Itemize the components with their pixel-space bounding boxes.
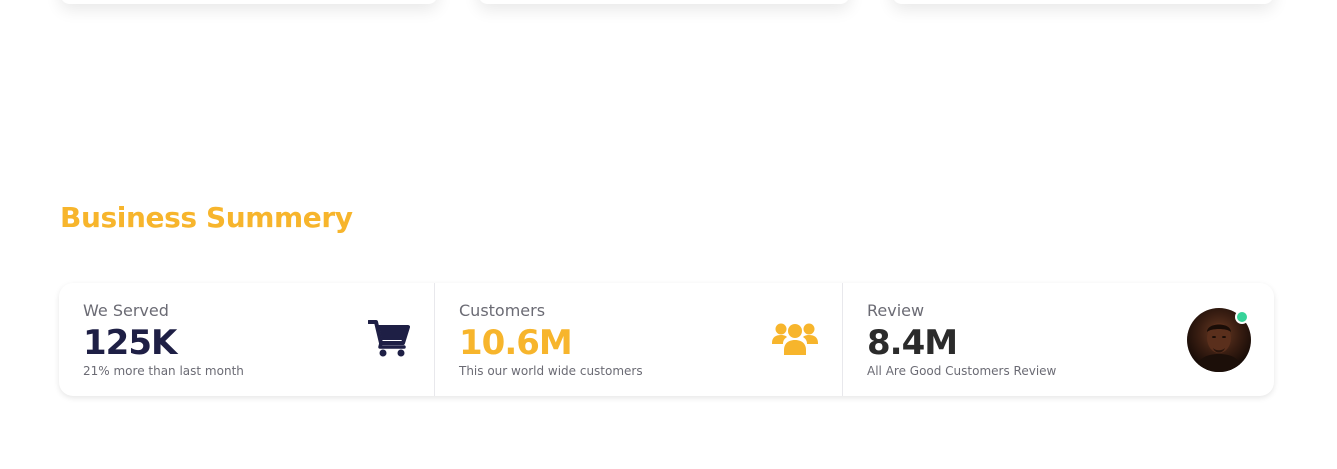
stat-value: 10.6M: [459, 323, 573, 363]
section-title: Business Summery: [60, 201, 353, 234]
stat-desc: This our world wide customers: [459, 364, 643, 378]
stat-review: Review 8.4M All Are Good Customers Revie…: [842, 283, 1274, 396]
page: Business Summery We Served 125K 21% more…: [0, 0, 1337, 469]
top-card-1: [60, 0, 438, 4]
top-card-3: [892, 0, 1274, 4]
top-card-2: [478, 0, 850, 4]
stat-we-served: We Served 125K 21% more than last month: [59, 283, 434, 396]
shopping-cart-icon: [367, 319, 410, 361]
stat-desc: 21% more than last month: [83, 364, 244, 378]
stat-value: 125K: [83, 323, 177, 363]
stats-panel: We Served 125K 21% more than last month …: [59, 283, 1274, 396]
stat-title: We Served: [83, 301, 169, 320]
online-status-dot: [1235, 309, 1249, 324]
avatar[interactable]: [1187, 307, 1251, 372]
stat-customers: Customers 10.6M This our world wide cust…: [434, 283, 842, 396]
reviewer-avatar[interactable]: [1187, 307, 1251, 372]
stat-title: Customers: [459, 301, 546, 320]
users-icon: [772, 319, 818, 361]
